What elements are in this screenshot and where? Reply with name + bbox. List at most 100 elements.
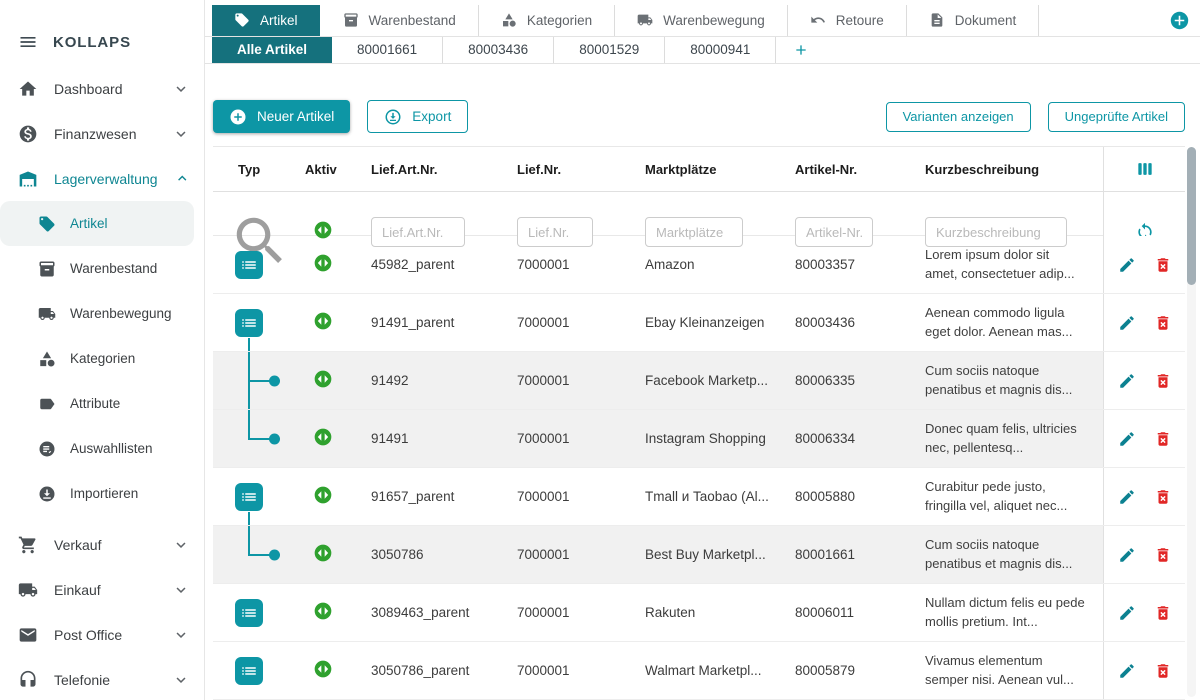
active-cell (291, 427, 355, 450)
add-module-tab-button[interactable] (1170, 11, 1189, 30)
download-circle-icon (384, 108, 402, 126)
sidebar-item-kategorien[interactable]: Kategorien (0, 336, 204, 381)
active-status-icon[interactable] (313, 485, 333, 505)
table-row[interactable]: 91492 7000001 Facebook Marketp... 800063… (213, 352, 1185, 410)
delete-icon[interactable] (1154, 430, 1172, 448)
export-button[interactable]: Export (367, 100, 468, 133)
show-variants-button[interactable]: Varianten anzeigen (886, 102, 1031, 132)
table-row[interactable]: 91491 7000001 Instagram Shopping 8000633… (213, 410, 1185, 468)
active-status-icon[interactable] (313, 253, 333, 273)
menu-icon[interactable] (18, 32, 38, 52)
tab-label: Retoure (836, 13, 884, 28)
sidebar-item-artikel[interactable]: Artikel (0, 201, 194, 246)
article-subtab[interactable]: 80001529 (553, 37, 664, 63)
table-row[interactable]: 3050786 7000001 Best Buy Marketpl... 800… (213, 526, 1185, 584)
edit-icon[interactable] (1118, 314, 1136, 332)
active-cell (291, 543, 355, 566)
tab-retoure[interactable]: Retoure (787, 5, 906, 36)
kurzbeschreibung-cell: Curabitur pede justo, fringilla vel, ali… (909, 478, 1103, 514)
delete-icon[interactable] (1154, 314, 1172, 332)
sidebar-item-verkauf[interactable]: Verkauf (0, 522, 204, 567)
app-root: KOLLAPS Dashboard Finanzwesen Lage (0, 0, 1200, 700)
delete-icon[interactable] (1154, 488, 1172, 506)
artikel-nr-cell: 80005880 (779, 489, 909, 504)
tab-warenbewegung[interactable]: Warenbewegung (614, 5, 787, 36)
article-subtab[interactable]: 80003436 (442, 37, 553, 63)
col-aktiv-header: Aktiv (291, 162, 355, 177)
subtab-label: Alle Artikel (237, 42, 307, 57)
unchecked-articles-button[interactable]: Ungeprüfte Artikel (1048, 102, 1185, 132)
marktplatz-cell: Rakuten (629, 605, 779, 620)
sidebar-item-warenbewegung[interactable]: Warenbewegung (0, 291, 204, 336)
tab-warenbestand[interactable]: Warenbestand (320, 5, 478, 36)
active-status-icon[interactable] (313, 543, 333, 563)
edit-icon[interactable] (1118, 662, 1136, 680)
add-article-tab-button[interactable] (775, 37, 826, 63)
table-row[interactable]: 3050786_parent 7000001 Walmart Marketpl.… (213, 642, 1185, 700)
sidebar-item-lagerverwaltung[interactable]: Lagerverwaltung (0, 156, 204, 201)
type-cell (213, 526, 291, 583)
tree-node-dot (269, 549, 280, 560)
article-subtab[interactable]: Alle Artikel (212, 37, 332, 63)
sidebar-item-post-office[interactable]: Post Office (0, 612, 204, 657)
undo-icon (810, 12, 826, 28)
sidebar-item-auswahllisten[interactable]: Auswahllisten (0, 426, 204, 471)
parent-article-list-icon[interactable] (235, 251, 263, 279)
edit-icon[interactable] (1118, 604, 1136, 622)
main-area: Artikel Warenbestand Kategorien Warenbew… (205, 0, 1200, 700)
delete-icon[interactable] (1154, 372, 1172, 390)
chevron-down-icon (172, 671, 190, 689)
scrollbar-thumb[interactable] (1187, 147, 1196, 285)
tab-artikel[interactable]: Artikel (212, 5, 320, 36)
tab-kategorien[interactable]: Kategorien (478, 5, 614, 36)
parent-article-list-icon[interactable] (235, 599, 263, 627)
active-status-icon[interactable] (313, 427, 333, 447)
category-icon (38, 350, 56, 368)
active-status-icon[interactable] (313, 311, 333, 331)
sidebar-item-finanzwesen[interactable]: Finanzwesen (0, 111, 204, 156)
delete-icon[interactable] (1154, 662, 1172, 680)
kurzbeschreibung-cell: Lorem ipsum dolor sit amet, consectetuer… (909, 246, 1103, 282)
table-row[interactable]: 45982_parent 7000001 Amazon 80003357 Lor… (213, 236, 1185, 294)
active-status-icon[interactable] (313, 659, 333, 679)
type-cell (213, 642, 291, 699)
type-cell (213, 294, 291, 351)
parent-article-list-icon[interactable] (235, 657, 263, 685)
active-cell (291, 369, 355, 392)
sidebar-item-attribute[interactable]: Attribute (0, 381, 204, 426)
sidebar-item-label: Telefonie (54, 672, 156, 688)
table-row[interactable]: 3089463_parent 7000001 Rakuten 80006011 … (213, 584, 1185, 642)
delete-icon[interactable] (1154, 604, 1172, 622)
marktplatz-cell: Walmart Marketpl... (629, 663, 779, 678)
sidebar-item-einkauf[interactable]: Einkauf (0, 567, 204, 612)
sidebar-item-importieren[interactable]: Importieren (0, 471, 204, 516)
delete-icon[interactable] (1154, 546, 1172, 564)
article-subtab[interactable]: 80000941 (664, 37, 775, 63)
row-actions-cell (1103, 294, 1185, 351)
sidebar-item-telefonie[interactable]: Telefonie (0, 657, 204, 700)
edit-icon[interactable] (1118, 372, 1136, 390)
edit-icon[interactable] (1118, 488, 1136, 506)
edit-icon[interactable] (1118, 546, 1136, 564)
inventory-box-icon (38, 260, 56, 278)
article-subtab[interactable]: 80001661 (332, 37, 442, 63)
table-row[interactable]: 91491_parent 7000001 Ebay Kleinanzeigen … (213, 294, 1185, 352)
tab-dokument[interactable]: Dokument (906, 5, 1040, 36)
active-status-icon[interactable] (313, 601, 333, 621)
new-article-button[interactable]: Neuer Artikel (213, 100, 350, 133)
sidebar-item-dashboard[interactable]: Dashboard (0, 66, 204, 111)
edit-icon[interactable] (1118, 430, 1136, 448)
table-row[interactable]: 91657_parent 7000001 Tmall и Taobao (Al.… (213, 468, 1185, 526)
col-typ-header: Typ (213, 162, 291, 177)
delete-icon[interactable] (1154, 256, 1172, 274)
edit-icon[interactable] (1118, 256, 1136, 274)
sidebar-bottom-group: Verkauf Einkauf Post Office (0, 522, 204, 700)
chevron-down-icon (172, 80, 190, 98)
lief-art-nr-cell: 91491 (355, 431, 501, 446)
sidebar-item-warenbestand[interactable]: Warenbestand (0, 246, 204, 291)
parent-article-list-icon[interactable] (235, 309, 263, 337)
active-status-icon[interactable] (313, 369, 333, 389)
parent-article-list-icon[interactable] (235, 483, 263, 511)
column-settings-icon[interactable] (1135, 159, 1155, 179)
sidebar-item-label: Kategorien (70, 351, 194, 366)
